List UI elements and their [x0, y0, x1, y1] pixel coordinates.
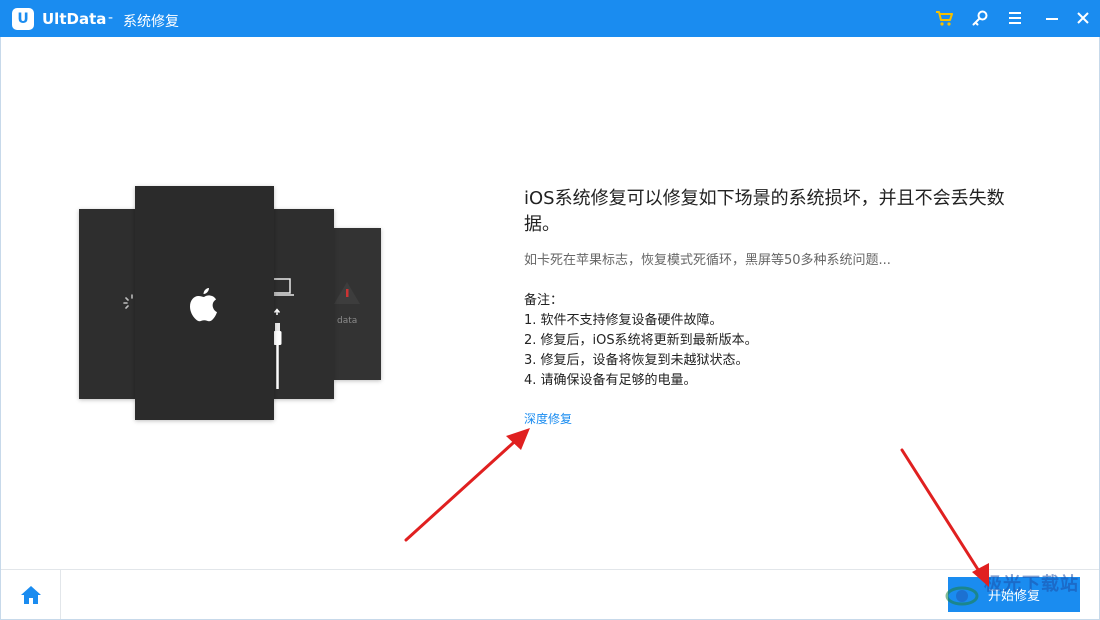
- note-item: 3. 修复后，设备将恢复到未越狱状态。: [524, 353, 749, 368]
- page-title: iOS系统修复可以修复如下场景的系统损坏，并且不会丢失数据。: [524, 188, 1005, 235]
- note-item: 4. 请确保设备有足够的电量。: [524, 373, 697, 388]
- logo-letter: U: [17, 11, 29, 27]
- close-icon[interactable]: [1071, 6, 1095, 30]
- warning-icon: [334, 282, 360, 304]
- device-card-apple: [135, 186, 274, 420]
- deep-repair-link[interactable]: 深度修复: [524, 410, 572, 427]
- home-icon: [20, 585, 41, 604]
- key-icon[interactable]: [968, 6, 992, 30]
- title-separator: -: [108, 10, 114, 26]
- notes-section: 备注： 1. 软件不支持修复设备硬件故障。 2. 修复后，iOS系统将更新到最新…: [524, 291, 758, 391]
- spinner-icon: [123, 294, 133, 309]
- device-card-error: [334, 228, 381, 380]
- apple-logo-icon: [190, 288, 217, 322]
- note-item: 2. 修复后，iOS系统将更新到最新版本。: [524, 333, 758, 348]
- bottom-bar: [1, 569, 1099, 619]
- device-card-connect: [266, 209, 334, 399]
- app-logo-icon: U: [12, 8, 34, 30]
- data-label: data: [337, 316, 358, 326]
- minimize-icon[interactable]: [1040, 6, 1064, 30]
- module-title: 系统修复: [123, 14, 179, 30]
- title-bar: U UltData - 系统修复: [0, 0, 1100, 37]
- cart-icon[interactable]: [932, 6, 956, 30]
- device-card-loading: [79, 209, 137, 399]
- start-repair-button[interactable]: 开始修复: [948, 577, 1080, 612]
- menu-icon[interactable]: [1003, 6, 1027, 30]
- annotation-arrow-start: [900, 448, 989, 587]
- note-item: 1. 软件不支持修复设备硬件故障。: [524, 313, 723, 328]
- home-button[interactable]: [1, 570, 61, 619]
- app-name: UltData: [42, 10, 107, 28]
- annotation-arrow-deep-repair: [404, 428, 530, 542]
- page-subtitle: 如卡死在苹果标志，恢复模式死循环，黑屏等50多种系统问题...: [524, 253, 891, 268]
- notes-heading: 备注：: [524, 293, 564, 308]
